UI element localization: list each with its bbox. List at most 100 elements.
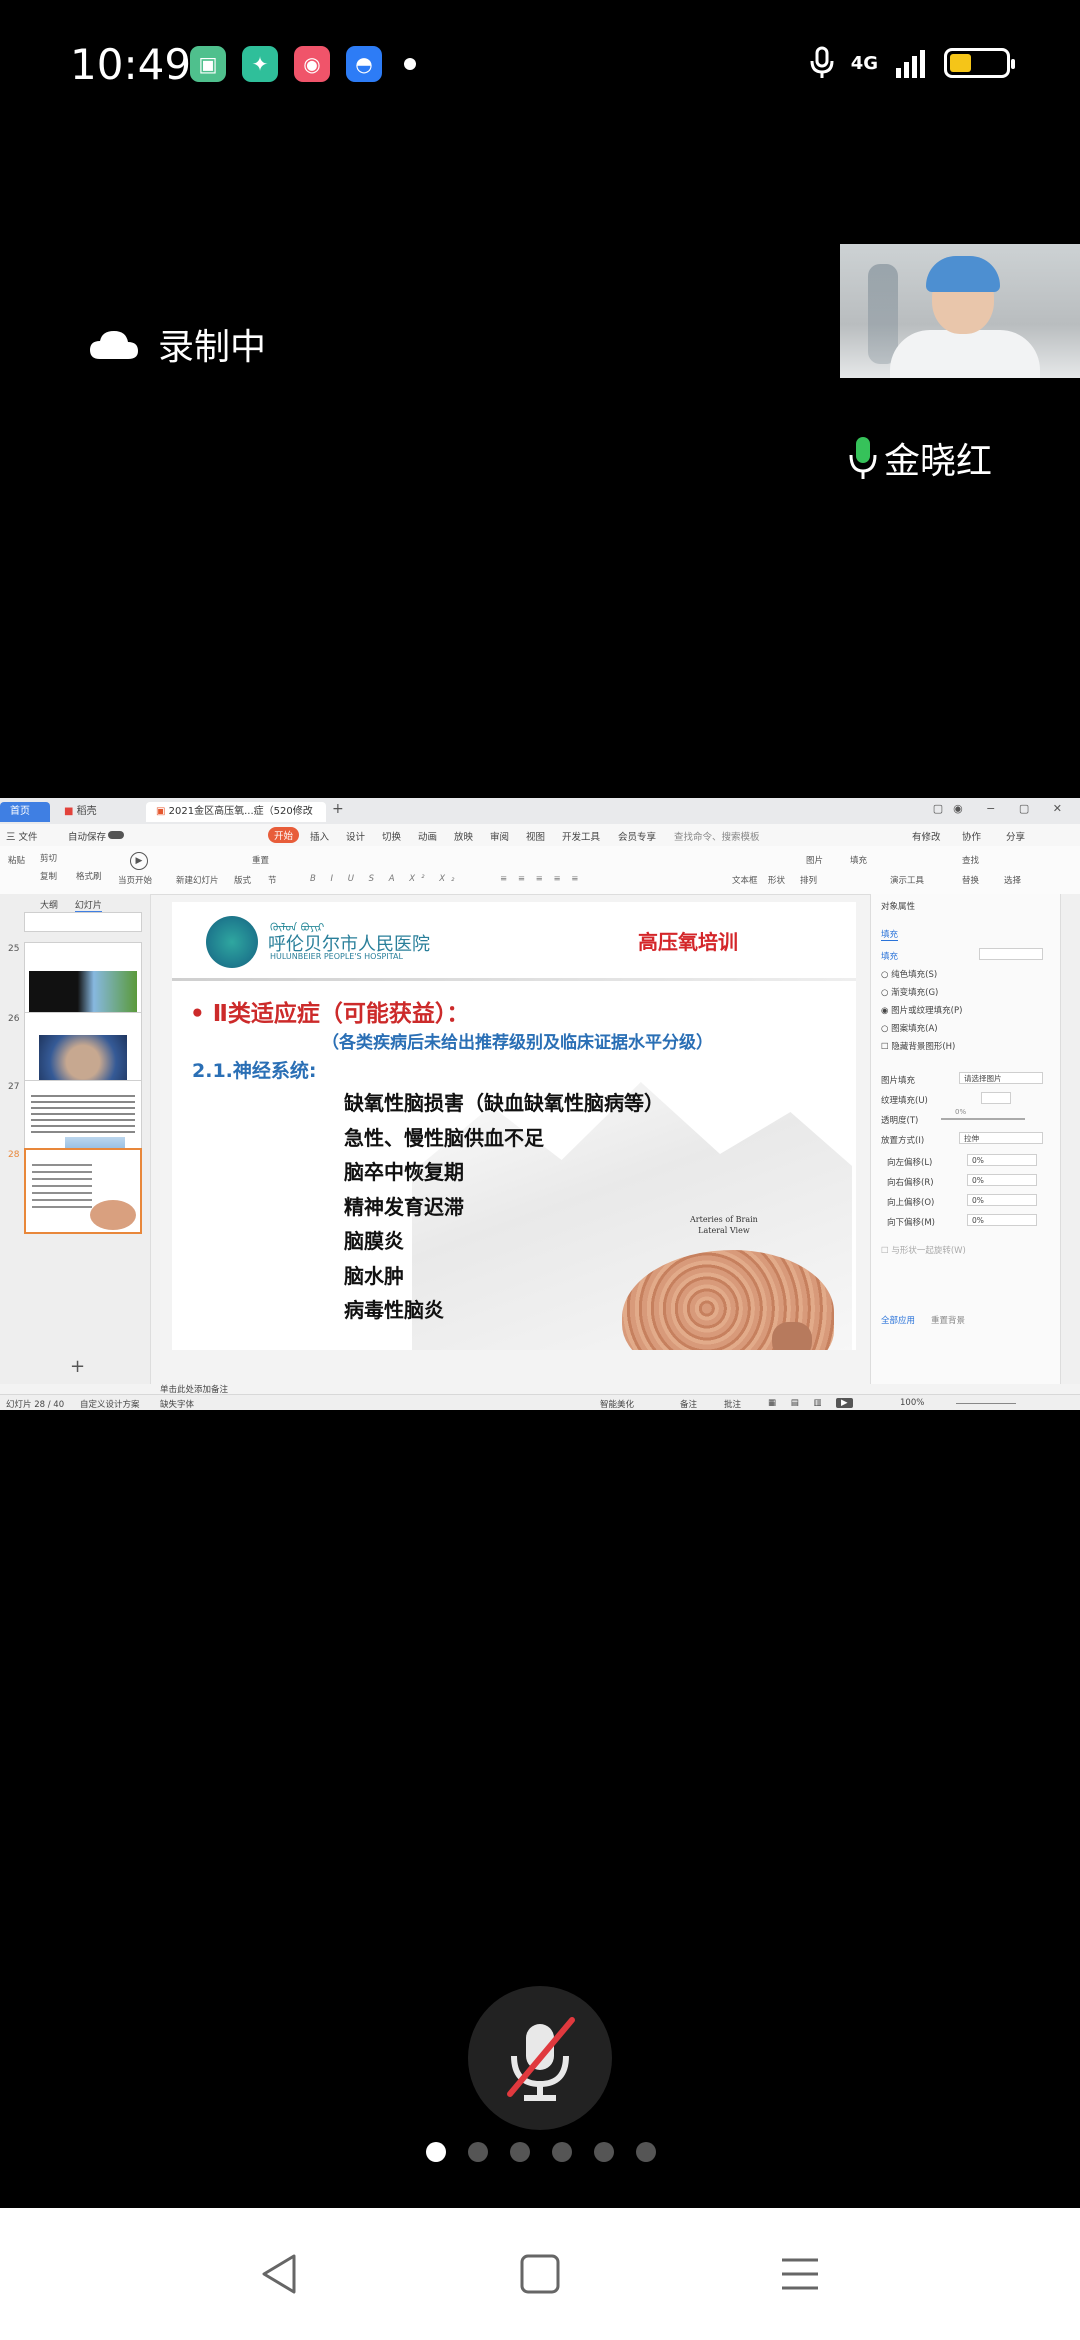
radio-solid-fill[interactable]: ○ 纯色填充(S) xyxy=(881,968,937,980)
tab-daoke[interactable]: ■ 稻壳 xyxy=(54,802,160,822)
menu-autosave[interactable]: 自动保存 xyxy=(68,829,106,843)
add-slide-button[interactable]: + xyxy=(70,1356,85,1377)
window-controls[interactable]: ▢◉ − ▢ ✕ xyxy=(933,802,1072,815)
more-notifications-dot xyxy=(404,58,416,70)
menu-member[interactable]: 会员专享 xyxy=(618,829,656,843)
speaking-mic-icon xyxy=(849,437,877,479)
picture-button[interactable]: 图片 xyxy=(806,854,823,866)
font-style-tools[interactable]: B I U S A X² X₂ xyxy=(310,874,460,884)
slide-canvas[interactable]: ᠬᠥᠯᠥᠨ ᠪᠤᠶᠢᠷ 呼伦贝尔市人民医院 HULUNBEIER PEOPLE'… xyxy=(172,902,856,1350)
slide-thumbnail-current[interactable] xyxy=(24,1148,142,1234)
tab-outline[interactable]: 大纲 xyxy=(40,901,58,911)
fill-color-select[interactable] xyxy=(979,948,1043,960)
offset-down-stepper[interactable]: 0% xyxy=(967,1214,1037,1226)
back-icon[interactable] xyxy=(258,2252,302,2296)
page-dot[interactable] xyxy=(636,2142,656,2162)
zoom-level[interactable]: 100% xyxy=(900,1398,924,1408)
command-search[interactable]: 查找命令、搜索模板 xyxy=(674,829,760,843)
menu-dev[interactable]: 开发工具 xyxy=(562,829,600,843)
zoom-slider[interactable] xyxy=(956,1403,1016,1404)
fill-button[interactable]: 填充 xyxy=(850,854,867,866)
checkbox-hide-background[interactable]: ☐ 隐藏背景图形(H) xyxy=(881,1040,955,1052)
offset-right-stepper[interactable]: 0% xyxy=(967,1174,1037,1186)
picture-fill-select[interactable]: 请选择图片 xyxy=(959,1072,1043,1084)
side-toolbar[interactable] xyxy=(1060,894,1080,1384)
replace-button[interactable]: 替换 xyxy=(962,874,979,886)
offset-up-stepper[interactable]: 0% xyxy=(967,1194,1037,1206)
comments-toggle[interactable]: 批注 xyxy=(724,1398,741,1410)
list-item: 脑膜炎 xyxy=(344,1229,404,1253)
participant-video[interactable] xyxy=(840,244,1080,378)
has-changes[interactable]: 有修改 xyxy=(912,829,941,843)
placement-select[interactable]: 拉伸 xyxy=(959,1132,1043,1144)
offset-left-stepper[interactable]: 0% xyxy=(967,1154,1037,1166)
menu-insert[interactable]: 插入 xyxy=(310,829,329,843)
paste-button[interactable]: 粘贴 xyxy=(8,854,25,866)
menu-transition[interactable]: 切换 xyxy=(382,829,401,843)
textbox-button[interactable]: 文本框 xyxy=(732,874,758,886)
page-dot[interactable] xyxy=(594,2142,614,2162)
paragraph-tools[interactable]: ≡ ≡ ≡ ≡ ≡ xyxy=(500,874,582,884)
menu-view[interactable]: 视图 xyxy=(526,829,545,843)
new-tab-button[interactable]: + xyxy=(332,801,344,817)
slide-thumbnail[interactable] xyxy=(24,912,142,932)
menu-file[interactable]: 三 文件 xyxy=(6,829,38,843)
new-slide-button[interactable]: 新建幻灯片 xyxy=(176,874,219,886)
find-button[interactable]: 查找 xyxy=(962,854,979,866)
page-dot[interactable] xyxy=(426,2142,446,2162)
shape-button[interactable]: 形状 xyxy=(768,874,785,886)
menu-design[interactable]: 设计 xyxy=(346,829,365,843)
page-dot[interactable] xyxy=(552,2142,572,2162)
home-icon[interactable] xyxy=(518,2252,562,2296)
play-icon[interactable]: ▶ xyxy=(130,852,148,870)
collab-button[interactable]: 协作 xyxy=(962,829,981,843)
copy-button[interactable]: 复制 xyxy=(40,870,57,882)
transparency-slider[interactable] xyxy=(941,1118,1025,1120)
view-mode-buttons[interactable]: ▦ ▤ ▥ xyxy=(768,1398,828,1408)
missing-font[interactable]: 缺失字体 xyxy=(160,1398,194,1410)
menu-start[interactable]: 开始 xyxy=(268,827,300,843)
reset-button[interactable]: 重置 xyxy=(252,854,269,866)
rotate-with-shape-checkbox[interactable]: ☐ 与形状一起旋转(W) xyxy=(881,1244,966,1256)
radio-picture-fill[interactable]: ◉ 图片或纹理填充(P) xyxy=(881,1004,962,1016)
format-painter-button[interactable]: 格式刷 xyxy=(76,870,102,882)
presentation-tools-button[interactable]: 演示工具 xyxy=(890,874,924,886)
list-item: 病毒性脑炎 xyxy=(344,1298,444,1322)
shared-screen[interactable]: 首页 ■ 稻壳 ▣ 2021金区高压氧...症（520修改版）× + ▢◉ − … xyxy=(0,798,1080,1410)
radio-gradient-fill[interactable]: ○ 渐变填充(G) xyxy=(881,986,938,998)
section-button[interactable]: 节 xyxy=(268,874,277,886)
slide-count: 幻灯片 28 / 40 xyxy=(6,1400,65,1410)
clock: 10:49 xyxy=(70,40,192,89)
menu-animation[interactable]: 动画 xyxy=(418,829,437,843)
mute-toggle-button[interactable] xyxy=(468,1986,612,2130)
theme-name[interactable]: 自定义设计方案 xyxy=(80,1398,140,1410)
texture-select[interactable] xyxy=(981,1092,1011,1104)
layout-button[interactable]: 版式 xyxy=(234,874,251,886)
smart-beautify-button[interactable]: 智能美化 xyxy=(600,1398,634,1410)
tab-document[interactable]: ▣ 2021金区高压氧...症（520修改版）× xyxy=(146,802,326,837)
notes-toggle[interactable]: 备注 xyxy=(680,1398,697,1410)
play-from-current-button[interactable]: 当页开始 xyxy=(118,874,152,886)
object-properties-panel: 对象属性 填充 填充 ○ 纯色填充(S) ○ 渐变填充(G) ◉ 图片或纹理填充… xyxy=(870,894,1061,1384)
page-dot[interactable] xyxy=(468,2142,488,2162)
select-button[interactable]: 选择 xyxy=(1004,874,1021,886)
menu-review[interactable]: 审阅 xyxy=(490,829,509,843)
arrange-button[interactable]: 排列 xyxy=(800,874,817,886)
slideshow-play-button[interactable]: ▶ xyxy=(836,1398,853,1408)
page-dot[interactable] xyxy=(510,2142,530,2162)
cut-button[interactable]: 剪切 xyxy=(40,852,57,864)
radio-pattern-fill[interactable]: ○ 图案填充(A) xyxy=(881,1022,938,1034)
autosave-toggle[interactable] xyxy=(108,831,124,839)
recent-apps-icon[interactable] xyxy=(778,2252,822,2296)
apply-all-button[interactable]: 全部应用 xyxy=(881,1314,915,1326)
menu-slideshow[interactable]: 放映 xyxy=(454,829,473,843)
tab-home[interactable]: 首页 xyxy=(0,802,50,822)
status-bar: 10:49 ▣ ✦ ◉ ◓ 4G xyxy=(0,0,1080,130)
transparency-value: 0% xyxy=(955,1108,967,1116)
offset-up-label: 向上偏移(O) xyxy=(887,1198,935,1208)
caption-line: Arteries of Brain xyxy=(690,1215,758,1224)
tab-fill[interactable]: 填充 xyxy=(881,928,899,941)
reset-background-button[interactable]: 重置背景 xyxy=(931,1314,965,1326)
share-button[interactable]: 分享 xyxy=(1006,829,1025,843)
recording-indicator: 录制中 xyxy=(88,318,266,370)
